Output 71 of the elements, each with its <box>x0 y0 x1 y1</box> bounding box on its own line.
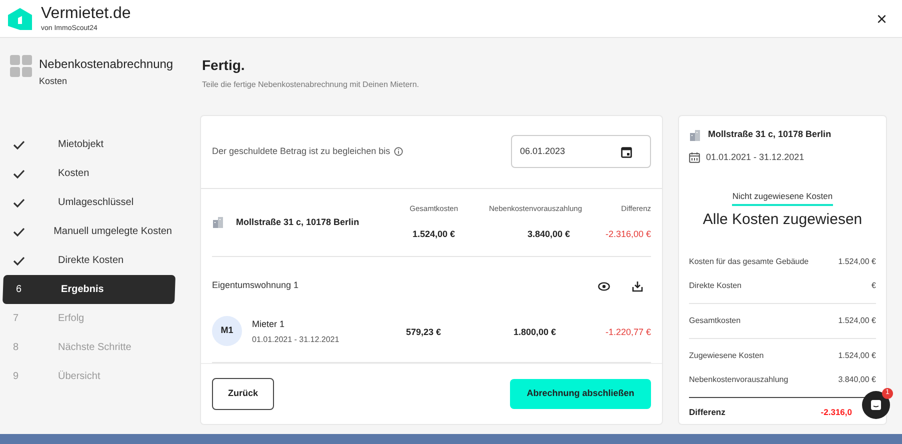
step-number: 7 <box>13 312 19 326</box>
check-icon <box>13 168 25 178</box>
table-cell-text: 579,23 € <box>404 326 442 339</box>
summary-label: Gesamtkosten <box>689 315 741 328</box>
step-label: Manuell umgelegte Kosten <box>54 225 172 239</box>
unit-name: Eigentumswohnung 1 <box>212 279 299 292</box>
step-label: Nächste Schritte <box>58 341 132 355</box>
date-field[interactable]: 06.01.2023 <box>511 135 651 168</box>
summary-label: Zugewiesene Kosten <box>689 350 764 362</box>
summary-label: Kosten für das gesamte Gebäude <box>689 256 809 268</box>
page-title: Fertig. <box>202 56 246 75</box>
table-cell-text: -2.316,00 € <box>604 228 651 242</box>
download-icon[interactable] <box>632 280 643 292</box>
step-label: Erfolg <box>58 312 84 326</box>
summary-label: Direkte Kosten <box>689 280 742 292</box>
page-subtitle: Teile die fertige Nebenkostenabrechnung mit Deinen Mietern. <box>202 79 420 91</box>
sidebar-step[interactable]: Kosten <box>0 159 172 188</box>
brand-name: Vermietet.de <box>41 6 131 22</box>
active-step[interactable]: 6 Ergebnis <box>2 275 176 304</box>
summary-value: € <box>872 280 876 292</box>
calendar-icon <box>689 152 700 163</box>
step-number: 8 <box>13 341 19 355</box>
building-icon <box>689 128 701 141</box>
step-label: Übersicht <box>58 370 100 384</box>
table-cell-text: -1.220,77 € <box>604 326 651 339</box>
summary-headline: Alle Kosten zugewiesen <box>702 210 862 230</box>
summary-value: 1.524,00 € <box>838 315 876 328</box>
sidebar-subtitle: Kosten <box>39 75 68 88</box>
step-label: Ergebnis <box>60 283 104 297</box>
summary-value: 3.840,00 € <box>838 374 876 386</box>
step-label: Mietobjekt <box>58 138 104 152</box>
table-cell-text: 3.840,00 € <box>526 228 571 242</box>
step-label: Kosten <box>58 167 90 181</box>
summary-address: Mollstraße 31 c, 10178 Berlin <box>708 128 832 141</box>
sidebar-step[interactable]: Umlageschlüssel <box>0 188 172 217</box>
tenant-name: Mieter 1 <box>252 318 286 331</box>
calculator-icon <box>10 55 32 77</box>
calendar-icon <box>621 146 632 158</box>
summary-value: 1.524,00 € <box>838 256 876 268</box>
eye-icon[interactable] <box>598 282 610 291</box>
due-date-label: Der geschuldete Betrag ist zu begleichen bis <box>212 145 390 158</box>
check-icon <box>13 140 25 150</box>
table-cell-text: 1.524,00 € <box>411 228 456 242</box>
info-icon <box>394 147 404 156</box>
table-cell-text: 1.800,00 € <box>512 326 557 339</box>
close-button[interactable]: × <box>876 10 887 28</box>
sidebar-step[interactable]: Manuell umgelegte Kosten <box>0 217 172 246</box>
difference-label: Differenz <box>689 406 726 420</box>
back-button[interactable]: Zurück <box>212 378 274 410</box>
difference-value: -2.316,0 <box>820 406 852 420</box>
logo-icon <box>7 6 33 32</box>
sidebar-title: Nebenkostenabrechnung <box>39 56 174 73</box>
check-icon <box>13 256 25 266</box>
summary-label: Nebenkostenvorauszahlung <box>689 374 788 386</box>
sidebar-step[interactable]: Direkte Kosten <box>0 246 172 275</box>
check-icon <box>13 198 25 208</box>
summary-value: 1.524,00 € <box>838 350 876 362</box>
building-icon <box>212 216 224 228</box>
check-icon <box>13 226 25 236</box>
step-number: 9 <box>13 370 19 384</box>
chat-icon <box>870 399 882 411</box>
step-label: Direkte Kosten <box>58 254 124 268</box>
step-label: Umlageschlüssel <box>58 196 134 210</box>
tenant-avatar: M1 <box>212 316 242 346</box>
tenant-period: 01.01.2021 - 31.12.2021 <box>252 334 340 346</box>
unassigned-costs-tab[interactable]: Nicht zugewiesene Kosten <box>732 190 833 206</box>
finish-button[interactable]: Abrechnung abschließen <box>510 378 651 409</box>
property-address: Mollstraße 31 c, 10178 Berlin <box>236 216 360 229</box>
sidebar-step[interactable]: Mietobjekt <box>0 130 172 159</box>
step-number: 6 <box>16 283 22 297</box>
summary-period: 01.01.2021 - 31.12.2021 <box>706 150 804 164</box>
